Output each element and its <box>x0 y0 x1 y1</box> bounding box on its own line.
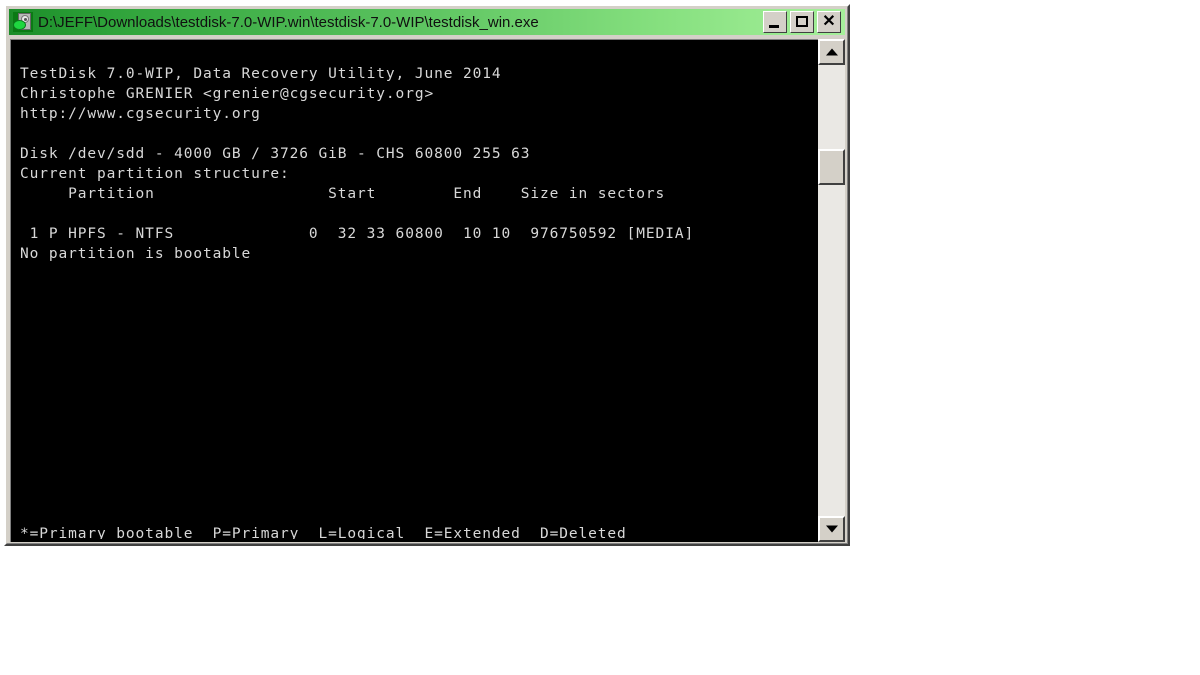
window-title: D:\JEFF\Downloads\testdisk-7.0-WIP.win\t… <box>38 13 539 31</box>
terminal-line-author: Christophe GRENIER <grenier@cgsecurity.o… <box>20 86 435 102</box>
partition-row[interactable]: 1 P HPFS - NTFS 0 32 33 60800 10 10 9767… <box>20 224 815 244</box>
minimize-icon <box>769 25 779 28</box>
title-bar[interactable]: D:\JEFF\Downloads\testdisk-7.0-WIP.win\t… <box>9 9 845 35</box>
scroll-down-button[interactable] <box>818 516 845 542</box>
terminal-line-website: http://www.cgsecurity.org <box>20 106 261 122</box>
scroll-up-button[interactable] <box>818 39 845 65</box>
terminal-area[interactable]: TestDisk 7.0-WIP, Data Recovery Utility,… <box>10 39 845 542</box>
terminal-line-column-headers: Partition Start End Size in sectors <box>20 186 666 202</box>
window-controls: ✕ <box>763 11 841 33</box>
terminal-line-bootable-note: No partition is bootable <box>20 246 252 262</box>
console-window: D:\JEFF\Downloads\testdisk-7.0-WIP.win\t… <box>4 4 850 546</box>
maximize-button[interactable] <box>790 11 814 33</box>
terminal-line-app-title: TestDisk 7.0-WIP, Data Recovery Utility,… <box>20 66 502 82</box>
desktop-background: D:\JEFF\Downloads\testdisk-7.0-WIP.win\t… <box>0 0 1200 675</box>
close-icon: ✕ <box>822 13 836 30</box>
vertical-scrollbar[interactable] <box>818 39 845 542</box>
terminal-line-structure-label: Current partition structure: <box>20 166 290 182</box>
minimize-button[interactable] <box>763 11 787 33</box>
scrollbar-thumb[interactable] <box>818 149 845 185</box>
terminal-line-disk-info: Disk /dev/sdd - 4000 GB / 3726 GiB - CHS… <box>20 146 531 162</box>
disk-drive-icon <box>13 12 33 32</box>
scroll-up-arrow-icon <box>825 48 838 56</box>
terminal-line-legend: *=Primary bootable P=Primary L=Logical E… <box>20 526 627 539</box>
terminal-text-buffer: TestDisk 7.0-WIP, Data Recovery Utility,… <box>20 44 815 539</box>
scroll-down-arrow-icon <box>825 525 838 533</box>
scrollbar-track[interactable] <box>818 65 845 516</box>
close-button[interactable]: ✕ <box>817 11 841 33</box>
maximize-icon <box>796 16 808 27</box>
